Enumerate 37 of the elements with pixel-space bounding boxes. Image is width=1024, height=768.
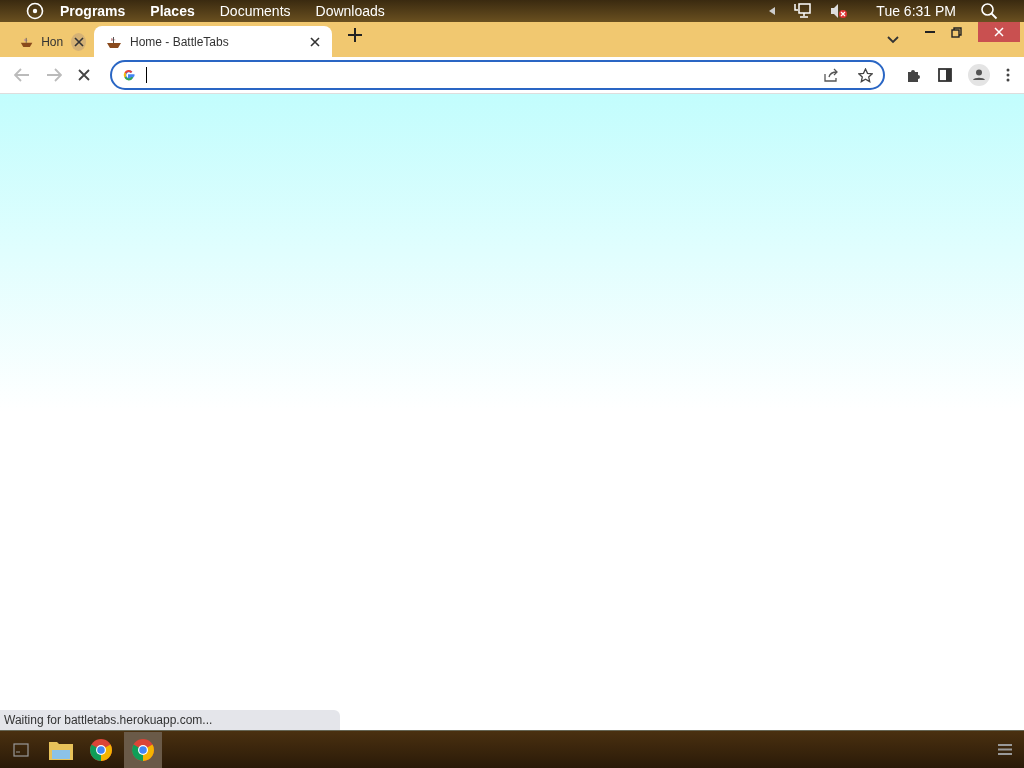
browser-tab[interactable]: Home - BattleTabs bbox=[94, 26, 332, 57]
stop-icon[interactable] bbox=[78, 69, 90, 81]
close-tab-button[interactable] bbox=[71, 32, 86, 51]
google-icon bbox=[122, 68, 136, 82]
chrome-icon bbox=[131, 737, 155, 762]
puzzle-icon[interactable] bbox=[907, 67, 922, 83]
chevron-down-icon[interactable] bbox=[887, 35, 899, 44]
status-bubble: Waiting for battletabs.herokuapp.com... bbox=[0, 710, 340, 730]
left-arrow-icon[interactable] bbox=[768, 6, 777, 16]
apps-menu-icon[interactable] bbox=[26, 2, 44, 20]
boat-icon bbox=[106, 34, 122, 49]
panel-menu[interactable]: Programs bbox=[60, 3, 126, 19]
side-panel-icon[interactable] bbox=[938, 68, 952, 82]
terminal-icon bbox=[13, 742, 29, 757]
panel-menu[interactable]: Downloads bbox=[315, 3, 385, 19]
clock[interactable]: Tue 6:31 PM bbox=[876, 3, 956, 19]
new-tab-icon[interactable] bbox=[348, 27, 362, 42]
restore-icon[interactable] bbox=[951, 26, 962, 38]
muted-speaker-icon[interactable] bbox=[830, 3, 849, 19]
tab-title: Hon bbox=[41, 34, 64, 49]
close-icon bbox=[994, 27, 1004, 37]
menu-icon[interactable] bbox=[1006, 68, 1010, 82]
browser-tab[interactable]: Hon bbox=[8, 26, 94, 57]
star-icon[interactable] bbox=[858, 67, 873, 83]
taskbar-item[interactable] bbox=[124, 731, 162, 768]
address-field[interactable] bbox=[110, 60, 885, 90]
close-icon bbox=[310, 36, 320, 47]
search-icon[interactable] bbox=[980, 2, 998, 20]
profile-icon[interactable] bbox=[968, 64, 990, 86]
tab-title: Home - BattleTabs bbox=[130, 34, 230, 49]
hamburger-icon[interactable] bbox=[998, 744, 1012, 755]
close-icon bbox=[73, 36, 84, 47]
share-icon[interactable] bbox=[824, 68, 840, 82]
panel-menu[interactable]: Places bbox=[150, 3, 195, 19]
panel-menu[interactable]: Documents bbox=[219, 3, 291, 19]
network-icon[interactable] bbox=[794, 3, 813, 19]
chrome-icon bbox=[89, 737, 113, 762]
